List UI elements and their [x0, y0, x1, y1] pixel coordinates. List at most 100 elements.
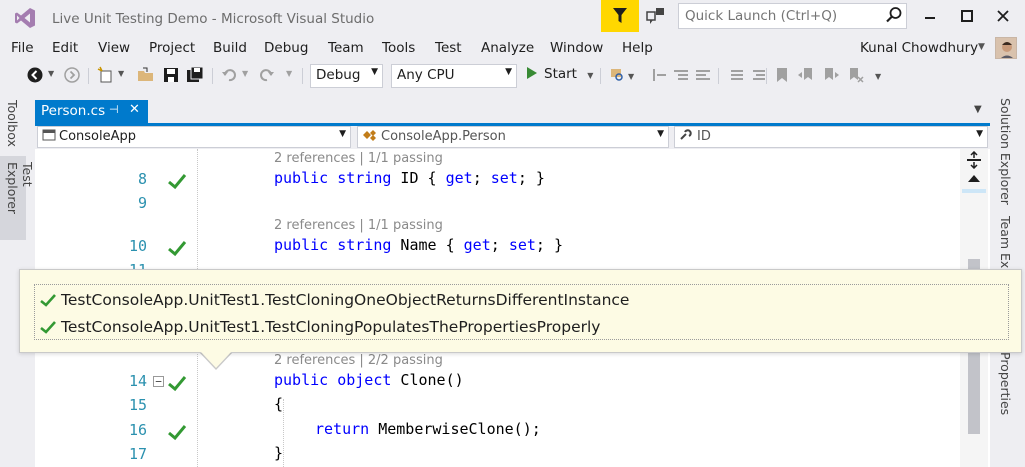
find-dropdown-chevron-down-icon[interactable]: ▼	[628, 72, 634, 81]
close-tab-icon[interactable]: ✕	[129, 102, 140, 117]
next-bookmark-icon[interactable]	[822, 66, 840, 84]
property-wrench-icon	[680, 129, 692, 140]
toolbar-separator	[600, 68, 601, 84]
user-menu-chevron-down-icon[interactable]: ▼	[978, 42, 985, 52]
menu-project[interactable]: Project	[149, 40, 195, 56]
standard-toolbar: ▼ ▼ ▼ ▼ Debug ▼ Any CPU ▼ ▼ ▼	[0, 62, 1025, 90]
start-debugging-button[interactable]: Start ▼	[526, 66, 593, 82]
send-feedback-icon[interactable]	[645, 6, 667, 26]
window-title: Live Unit Testing Demo - Microsoft Visua…	[52, 11, 375, 27]
tab-person-cs[interactable]: Person.cs ⊣ ✕	[35, 100, 148, 124]
redo-dropdown-chevron-down-icon[interactable]: ▼	[286, 69, 292, 78]
new-project-icon[interactable]	[97, 66, 115, 84]
close-icon[interactable]	[992, 6, 1014, 26]
code-text: Clone()	[391, 371, 464, 389]
redo-icon[interactable]	[258, 66, 276, 84]
chevron-down-icon: ▼	[505, 67, 512, 77]
toolbar-separator	[718, 68, 719, 84]
step-over-icon[interactable]	[672, 66, 690, 84]
code-line-name: public string Name { get; set; }	[274, 236, 563, 254]
menu-file[interactable]: File	[11, 40, 34, 56]
solution-configuration-select[interactable]: Debug ▼	[310, 64, 383, 88]
comment-out-icon[interactable]	[728, 66, 746, 84]
previous-bookmark-icon[interactable]	[797, 66, 815, 84]
covering-tests-popup: TestConsoleApp.UnitTest1.TestCloningOneO…	[19, 269, 1022, 353]
scroll-up-arrow-icon[interactable]	[967, 173, 981, 183]
undo-dropdown-chevron-down-icon[interactable]: ▼	[242, 69, 248, 78]
step-out-icon[interactable]	[694, 66, 712, 84]
minimize-icon[interactable]	[919, 6, 941, 26]
covering-test-item[interactable]: TestConsoleApp.UnitTest1.TestCloningOneO…	[39, 288, 629, 312]
navigate-back-icon[interactable]	[26, 66, 44, 84]
search-icon[interactable]	[885, 6, 903, 24]
test-passed-check-icon[interactable]	[166, 421, 188, 443]
popup-pointer-fill	[200, 351, 232, 368]
menu-build[interactable]: Build	[213, 40, 247, 56]
back-dropdown-chevron-down-icon[interactable]: ▼	[48, 69, 54, 78]
avatar[interactable]	[995, 37, 1017, 59]
play-icon	[527, 67, 537, 79]
test-passed-check-icon[interactable]	[166, 372, 188, 394]
codelens-id[interactable]: 2 references | 1/1 passing	[274, 151, 443, 166]
undo-icon[interactable]	[220, 66, 238, 84]
covering-tests-list: TestConsoleApp.UnitTest1.TestCloningOneO…	[34, 284, 1009, 340]
line-number: 15	[128, 396, 147, 414]
side-tab-properties[interactable]: Properties	[998, 352, 1013, 415]
user-name[interactable]: Kunal Chowdhury	[860, 40, 978, 56]
code-text: MemberwiseClone();	[369, 420, 541, 438]
solution-platform-select[interactable]: Any CPU ▼	[391, 64, 517, 88]
clear-bookmarks-icon[interactable]	[847, 66, 865, 84]
tab-list-chevron-down-icon[interactable]: ▼	[974, 104, 982, 115]
find-in-files-icon[interactable]	[608, 66, 626, 84]
feedback-filter-button[interactable]	[601, 0, 639, 32]
menu-test[interactable]: Test	[435, 40, 462, 56]
new-dropdown-chevron-down-icon[interactable]: ▼	[118, 69, 124, 78]
keyword: string	[337, 236, 392, 254]
menu-window[interactable]: Window	[550, 40, 603, 56]
open-file-icon[interactable]	[137, 66, 155, 84]
chevron-down-icon: ▼	[339, 129, 346, 139]
toolbar-overflow-chevron-down-icon[interactable]: ▼	[875, 72, 881, 81]
menu-view[interactable]: View	[98, 40, 130, 56]
member-nav-select[interactable]: ID ▼	[674, 126, 988, 148]
collapse-outline-icon[interactable]: −	[153, 376, 164, 387]
quick-launch-input[interactable]	[678, 3, 907, 29]
codelens-name[interactable]: 2 references | 1/1 passing	[274, 218, 443, 233]
codelens-clone[interactable]: 2 references | 2/2 passing	[274, 353, 443, 368]
navigate-forward-icon[interactable]	[63, 66, 81, 84]
line-number: 10	[128, 237, 147, 255]
keyword: public	[274, 371, 329, 389]
maximize-icon[interactable]	[956, 6, 978, 26]
scroll-position-marker	[962, 189, 986, 193]
covering-test-item[interactable]: TestConsoleApp.UnitTest1.TestCloningPopu…	[39, 315, 600, 339]
keyword: get	[445, 169, 473, 187]
menu-tools[interactable]: Tools	[382, 40, 415, 56]
code-line-close-brace: }	[274, 444, 284, 462]
side-tab-test-explorer[interactable]: Test Explorer	[0, 156, 35, 240]
project-nav-value: ConsoleApp	[59, 129, 137, 144]
keyword: return	[315, 420, 370, 438]
platform-value: Any CPU	[397, 67, 455, 83]
step-into-icon[interactable]	[650, 66, 668, 84]
side-tab-solution-explorer[interactable]: Solution Explorer	[998, 98, 1013, 205]
type-nav-select[interactable]: ConsoleApp.Person ▼	[357, 126, 669, 148]
code-text: ; }	[517, 169, 545, 187]
menu-help[interactable]: Help	[622, 40, 653, 56]
keyword: get	[463, 236, 491, 254]
project-nav-select[interactable]: ConsoleApp ▼	[37, 126, 351, 148]
split-window-icon[interactable]	[965, 151, 983, 169]
pin-icon[interactable]: ⊣	[109, 103, 119, 116]
save-all-icon[interactable]	[186, 66, 204, 84]
test-passed-check-icon[interactable]	[166, 170, 188, 192]
funnel-icon	[613, 8, 627, 23]
side-tab-toolbox[interactable]: Toolbox	[0, 96, 26, 156]
bookmark-icon[interactable]	[773, 66, 791, 84]
menu-analyze[interactable]: Analyze	[481, 40, 534, 56]
save-icon[interactable]	[162, 66, 180, 84]
start-label: Start	[544, 66, 577, 82]
test-passed-check-icon[interactable]	[166, 237, 188, 259]
menu-team[interactable]: Team	[328, 40, 364, 56]
menu-edit[interactable]: Edit	[52, 40, 78, 56]
menu-debug[interactable]: Debug	[264, 40, 308, 56]
covering-test-name: TestConsoleApp.UnitTest1.TestCloningOneO…	[61, 291, 630, 309]
